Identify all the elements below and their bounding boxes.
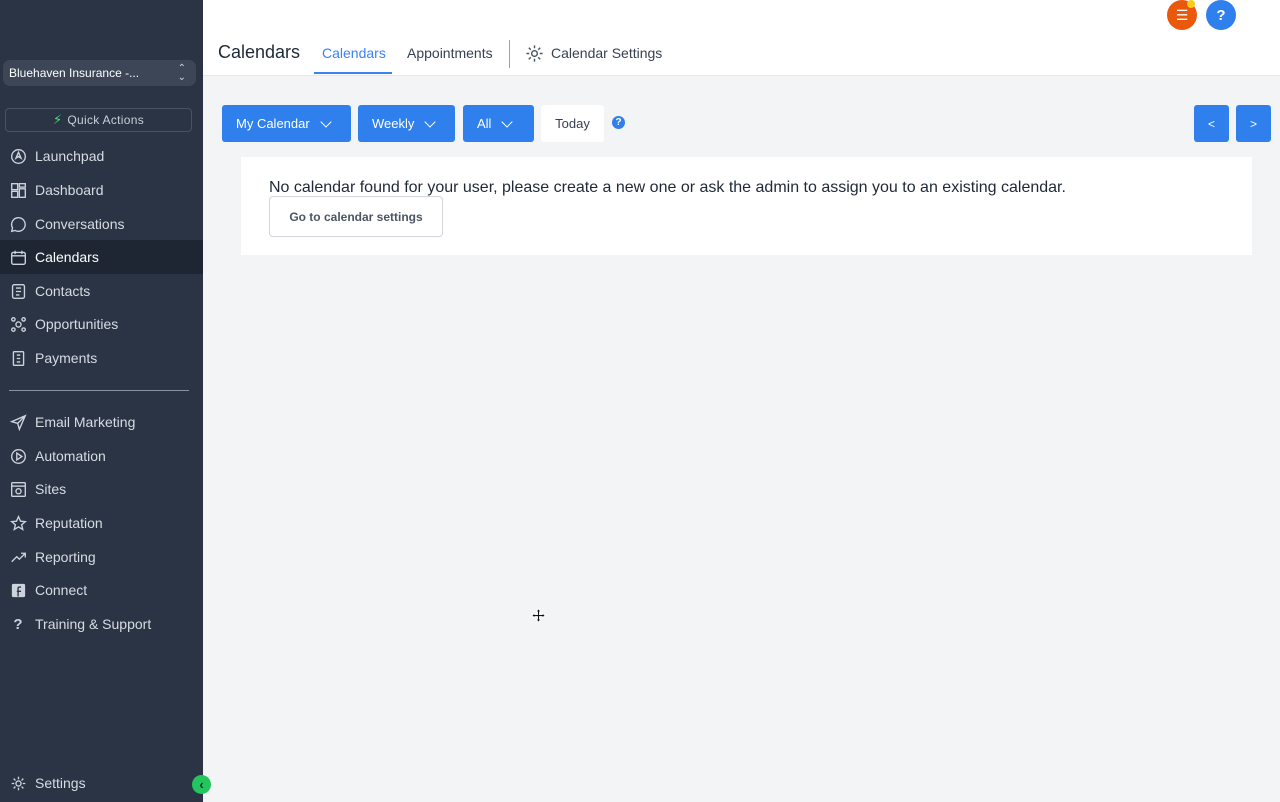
- contacts-icon: [9, 282, 27, 300]
- sidebar-item-label: Training & Support: [35, 616, 152, 632]
- view-select[interactable]: Weekly: [358, 105, 455, 142]
- question-icon: ?: [13, 615, 23, 633]
- today-button[interactable]: Today: [541, 105, 604, 142]
- notification-dot: [1187, 0, 1195, 8]
- sidebar-item-label: Reputation: [35, 515, 103, 531]
- sidebar-item-calendars[interactable]: Calendars: [0, 240, 203, 274]
- sites-icon: [9, 480, 27, 498]
- filter-select-label: All: [477, 116, 492, 131]
- empty-state-card: No calendar found for your user, please …: [241, 157, 1252, 255]
- page-title: Calendars: [218, 42, 301, 62]
- sidebar-item-reporting[interactable]: Reporting: [0, 540, 203, 574]
- account-switcher[interactable]: Bluehaven Insurance -... ⌃ ⌄: [3, 60, 196, 86]
- sidebar-item-conversations[interactable]: Conversations: [0, 207, 203, 241]
- sidebar-item-label: Contacts: [35, 283, 91, 299]
- sidebar-divider: [9, 390, 189, 391]
- send-icon: [9, 413, 27, 431]
- chevron-down-icon: [424, 115, 437, 128]
- sidebar-item-label: Calendars: [35, 249, 99, 265]
- chevron-down-icon: [320, 115, 332, 128]
- help-label: ?: [1216, 6, 1226, 24]
- help-icon[interactable]: ?: [612, 116, 625, 129]
- gear-icon: [9, 774, 27, 792]
- active-tab-indicator: [314, 72, 392, 74]
- account-name: Bluehaven Insurance -...: [9, 66, 140, 80]
- updown-chevron-icon: ⌃ ⌄: [177, 63, 186, 83]
- sidebar-item-label: Conversations: [35, 216, 125, 232]
- quick-actions-button[interactable]: ⚡ Quick Actions: [5, 108, 192, 132]
- sidebar-item-label: Sites: [35, 481, 67, 497]
- sidebar-item-label: Payments: [35, 350, 98, 366]
- sidebar-item-settings[interactable]: Settings: [0, 766, 203, 800]
- view-select-label: Weekly: [372, 116, 415, 131]
- sidebar-item-sites[interactable]: Sites: [0, 472, 203, 506]
- sidebar-item-label: Automation: [35, 448, 106, 464]
- tab-separator: [509, 40, 510, 68]
- sidebar-item-dashboard[interactable]: Dashboard: [0, 173, 203, 207]
- sidebar-item-reputation[interactable]: Reputation: [0, 506, 203, 540]
- sidebar-item-label: Settings: [35, 775, 86, 791]
- grid-icon: [9, 181, 27, 199]
- sidebar-item-launchpad[interactable]: Launchpad: [0, 139, 203, 173]
- tab-calendars[interactable]: Calendars: [322, 45, 386, 61]
- prev-button[interactable]: <: [1194, 105, 1229, 142]
- sidebar: Bluehaven Insurance -... ⌃ ⌄ ⚡ Quick Acti…: [0, 0, 211, 802]
- facebook-icon: [9, 581, 27, 599]
- sidebar-item-label: Email Marketing: [35, 414, 136, 430]
- header: Calendars Calendars Appointments Calenda…: [203, 0, 1280, 76]
- move-cursor-icon: [531, 608, 546, 623]
- automation-icon: [9, 447, 27, 465]
- empty-state-message: No calendar found for your user, please …: [269, 179, 1066, 196]
- calendar-icon: [9, 248, 27, 266]
- quick-actions-label: Quick Actions: [67, 113, 145, 127]
- trend-icon: [9, 548, 27, 566]
- payments-icon: [9, 349, 27, 367]
- opportunities-icon: [9, 315, 27, 333]
- gear-icon: [526, 45, 543, 62]
- collapse-sidebar-button[interactable]: ‹: [192, 775, 211, 794]
- sidebar-item-contacts[interactable]: Contacts: [0, 274, 203, 308]
- next-button[interactable]: >: [1236, 105, 1271, 142]
- tab-appointments[interactable]: Appointments: [407, 45, 493, 61]
- sidebar-item-opportunities[interactable]: Opportunities: [0, 307, 203, 341]
- calendar-select[interactable]: My Calendar: [222, 105, 351, 142]
- tab-calendar-settings[interactable]: Calendar Settings: [551, 45, 662, 61]
- help-button[interactable]: ?: [1206, 0, 1236, 30]
- go-to-calendar-settings-button[interactable]: Go to calendar settings: [269, 196, 443, 237]
- star-icon: [9, 514, 27, 532]
- sidebar-item-email-marketing[interactable]: Email Marketing: [0, 405, 203, 439]
- filter-select[interactable]: All: [463, 105, 534, 142]
- bolt-icon: ⚡: [52, 112, 63, 127]
- sidebar-item-connect[interactable]: Connect: [0, 573, 203, 607]
- rocket-icon: [9, 147, 27, 165]
- chat-icon: [9, 215, 27, 233]
- sidebar-item-automation[interactable]: Automation: [0, 439, 203, 473]
- sidebar-item-label: Launchpad: [35, 148, 105, 164]
- sidebar-item-label: Connect: [35, 582, 88, 598]
- list-icon: ☰: [1175, 6, 1189, 23]
- sidebar-item-training-support[interactable]: ? Training & Support: [0, 607, 203, 641]
- sidebar-item-label: Dashboard: [35, 182, 104, 198]
- sidebar-item-label: Reporting: [35, 549, 96, 565]
- calendar-select-label: My Calendar: [236, 116, 310, 131]
- sidebar-item-payments[interactable]: Payments: [0, 341, 203, 375]
- chevron-down-icon: [501, 115, 514, 128]
- sidebar-item-label: Opportunities: [35, 316, 119, 332]
